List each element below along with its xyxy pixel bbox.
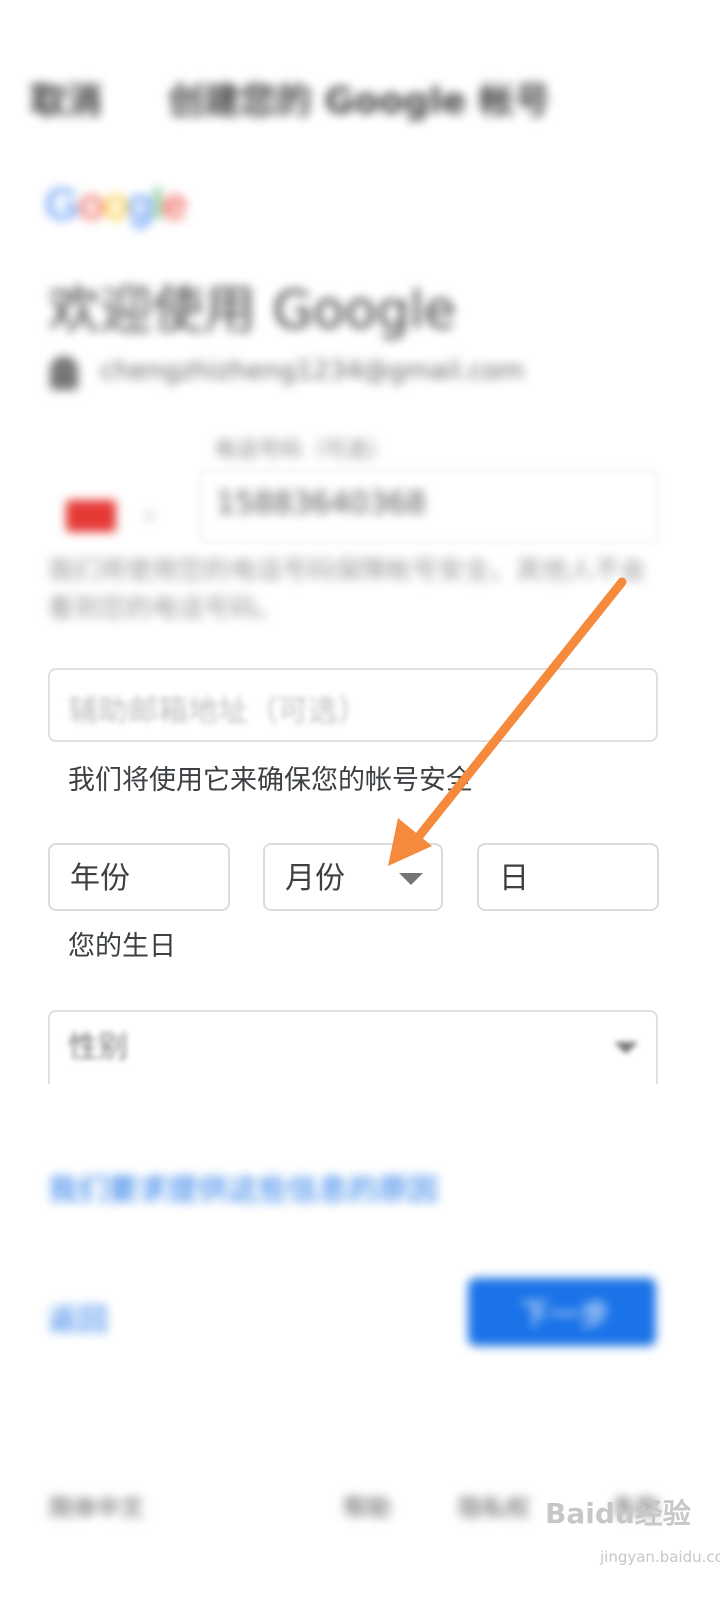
annotation-arrow-icon <box>388 577 627 866</box>
watermark-url: jingyan.baidu.com <box>600 1548 720 1566</box>
logo-letter: e <box>162 180 187 229</box>
baidu-watermark: Baidu经验 <box>545 1497 691 1530</box>
logo-letter: g <box>128 180 153 229</box>
dropdown-arrow-icon <box>614 1042 638 1054</box>
page-title: 创建您的 Google 帐号 <box>168 81 551 122</box>
phone-value: 15883640368 <box>216 486 426 521</box>
birthday-help: 您的生日 <box>68 931 176 962</box>
gender-placeholder: 性别 <box>68 1030 128 1065</box>
google-logo: Google <box>45 180 187 230</box>
why-info-link[interactable]: 我们要求提供这些信息的原因 <box>48 1165 438 1209</box>
phone-help-text: 我们将使用您的电话号码保障帐号安全。其他人不会看到您的电话号码。 <box>48 556 647 624</box>
gender-select[interactable] <box>48 1010 658 1084</box>
account-icon <box>50 356 78 390</box>
logo-letter: G <box>45 180 80 229</box>
welcome-heading: 欢迎使用 Google <box>48 281 456 341</box>
recovery-email-placeholder: 辅助邮箱地址（可选） <box>68 694 368 729</box>
birth-month-placeholder: 月份 <box>285 861 345 896</box>
birth-month-select[interactable]: 月份 <box>263 843 443 911</box>
help-link[interactable]: 帮助 <box>343 1488 391 1523</box>
birth-day-placeholder: 日 <box>499 861 529 896</box>
logo-letter: l <box>152 180 163 229</box>
next-button-label: 下一步 <box>520 1298 610 1333</box>
dropdown-arrow-icon <box>399 873 423 885</box>
country-flag-icon[interactable] <box>66 500 116 532</box>
back-button[interactable]: 返回 <box>48 1295 108 1339</box>
logo-letter: o <box>103 180 129 229</box>
birth-day-input[interactable]: 日 <box>477 843 659 911</box>
birth-year-input[interactable]: 年份 <box>48 843 230 911</box>
account-email: chengzhizheng1234@gmail.com <box>100 356 525 386</box>
phone-label: 电话号码（可选） <box>214 438 391 463</box>
language-selector[interactable]: 简体中文 <box>48 1488 144 1523</box>
chevron-down-icon[interactable]: ⌄ <box>140 500 158 525</box>
recovery-email-help: 我们将使用它来确保您的帐号安全 <box>68 765 473 796</box>
birth-year-placeholder: 年份 <box>70 861 130 896</box>
privacy-link[interactable]: 隐私权 <box>458 1488 530 1523</box>
cancel-button[interactable]: 取消 <box>30 72 102 124</box>
logo-letter: o <box>79 180 104 229</box>
